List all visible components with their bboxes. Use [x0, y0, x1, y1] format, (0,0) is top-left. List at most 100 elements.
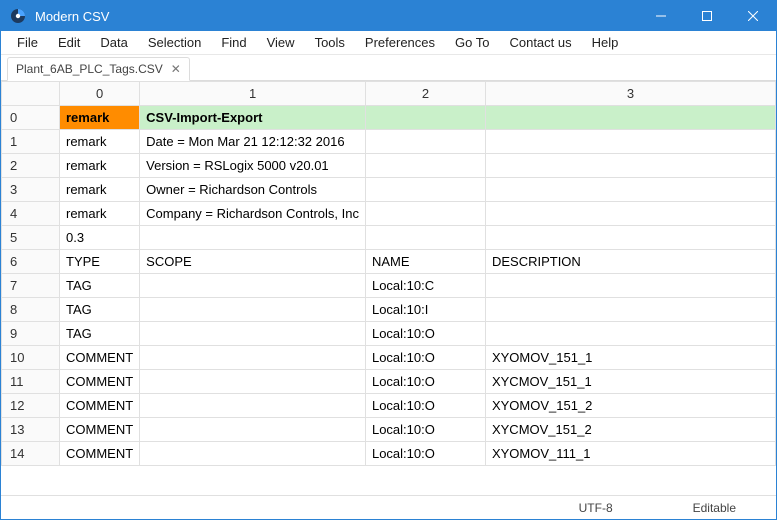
row-header[interactable]: 6 — [2, 250, 60, 274]
cell[interactable]: XYCMOV_151_1 — [485, 370, 775, 394]
cell[interactable]: NAME — [365, 250, 485, 274]
menu-help[interactable]: Help — [582, 33, 629, 52]
cell[interactable]: remark — [60, 106, 140, 130]
cell[interactable]: Date = Mon Mar 21 12:12:32 2016 — [140, 130, 366, 154]
menu-selection[interactable]: Selection — [138, 33, 211, 52]
cell[interactable]: COMMENT — [60, 370, 140, 394]
row-header[interactable]: 5 — [2, 226, 60, 250]
cell[interactable]: DESCRIPTION — [485, 250, 775, 274]
row-header[interactable]: 1 — [2, 130, 60, 154]
cell[interactable]: Local:10:C — [365, 274, 485, 298]
menu-contact[interactable]: Contact us — [499, 33, 581, 52]
cell[interactable]: Owner = Richardson Controls — [140, 178, 366, 202]
row-header[interactable]: 12 — [2, 394, 60, 418]
row-header[interactable]: 0 — [2, 106, 60, 130]
cell[interactable]: TYPE — [60, 250, 140, 274]
row-header[interactable]: 9 — [2, 322, 60, 346]
cell[interactable]: CSV-Import-Export — [140, 106, 366, 130]
menu-data[interactable]: Data — [90, 33, 137, 52]
row-header[interactable]: 8 — [2, 298, 60, 322]
row-header[interactable]: 7 — [2, 274, 60, 298]
cell[interactable] — [140, 394, 366, 418]
cell[interactable] — [140, 298, 366, 322]
status-encoding[interactable]: UTF-8 — [539, 501, 653, 515]
menu-find[interactable]: Find — [211, 33, 256, 52]
cell[interactable] — [140, 274, 366, 298]
cell[interactable]: XYCMOV_151_2 — [485, 418, 775, 442]
cell[interactable]: Local:10:O — [365, 418, 485, 442]
cell[interactable] — [485, 298, 775, 322]
cell[interactable]: remark — [60, 130, 140, 154]
cell[interactable]: SCOPE — [140, 250, 366, 274]
cell[interactable] — [365, 106, 485, 130]
cell[interactable]: Local:10:O — [365, 370, 485, 394]
cell[interactable] — [140, 226, 366, 250]
cell[interactable]: Local:10:O — [365, 346, 485, 370]
tab-close-icon[interactable]: ✕ — [171, 62, 181, 76]
col-header[interactable]: 3 — [485, 82, 775, 106]
cell[interactable]: remark — [60, 178, 140, 202]
cell[interactable]: Local:10:O — [365, 442, 485, 466]
status-mode[interactable]: Editable — [653, 501, 776, 515]
row-header[interactable]: 2 — [2, 154, 60, 178]
cell[interactable]: XYOMOV_111_1 — [485, 442, 775, 466]
grid-area[interactable]: 0 1 2 3 0remarkCSV-Import-Export1remarkD… — [1, 81, 776, 495]
cell[interactable]: COMMENT — [60, 442, 140, 466]
titlebar[interactable]: Modern CSV — [1, 1, 776, 31]
cell[interactable] — [365, 130, 485, 154]
maximize-button[interactable] — [684, 1, 730, 31]
cell[interactable] — [140, 442, 366, 466]
cell[interactable]: COMMENT — [60, 394, 140, 418]
row-header[interactable]: 4 — [2, 202, 60, 226]
cell[interactable]: Local:10:O — [365, 394, 485, 418]
row-header[interactable]: 10 — [2, 346, 60, 370]
menu-preferences[interactable]: Preferences — [355, 33, 445, 52]
cell[interactable]: Company = Richardson Controls, Inc — [140, 202, 366, 226]
cell[interactable]: remark — [60, 202, 140, 226]
cell[interactable] — [485, 154, 775, 178]
menu-edit[interactable]: Edit — [48, 33, 90, 52]
cell[interactable]: XYOMOV_151_2 — [485, 394, 775, 418]
menu-view[interactable]: View — [257, 33, 305, 52]
cell[interactable]: TAG — [60, 274, 140, 298]
cell[interactable]: XYOMOV_151_1 — [485, 346, 775, 370]
row-header[interactable]: 3 — [2, 178, 60, 202]
cell[interactable] — [365, 202, 485, 226]
cell[interactable] — [365, 154, 485, 178]
cell[interactable] — [485, 178, 775, 202]
cell[interactable] — [485, 226, 775, 250]
row-header[interactable]: 13 — [2, 418, 60, 442]
cell[interactable]: 0.3 — [60, 226, 140, 250]
col-header[interactable]: 2 — [365, 82, 485, 106]
cell[interactable]: COMMENT — [60, 346, 140, 370]
cell[interactable] — [485, 106, 775, 130]
menu-tools[interactable]: Tools — [305, 33, 355, 52]
row-header[interactable]: 14 — [2, 442, 60, 466]
menu-file[interactable]: File — [7, 33, 48, 52]
minimize-button[interactable] — [638, 1, 684, 31]
cell[interactable] — [365, 178, 485, 202]
cell[interactable] — [140, 346, 366, 370]
close-button[interactable] — [730, 1, 776, 31]
cell[interactable]: Local:10:O — [365, 322, 485, 346]
cell[interactable]: Local:10:I — [365, 298, 485, 322]
cell[interactable]: TAG — [60, 298, 140, 322]
cell[interactable]: remark — [60, 154, 140, 178]
cell[interactable]: COMMENT — [60, 418, 140, 442]
data-grid[interactable]: 0 1 2 3 0remarkCSV-Import-Export1remarkD… — [1, 81, 776, 466]
cell[interactable] — [485, 322, 775, 346]
cell[interactable] — [140, 322, 366, 346]
menu-goto[interactable]: Go To — [445, 33, 499, 52]
cell[interactable] — [485, 202, 775, 226]
cell[interactable] — [485, 130, 775, 154]
cell[interactable]: Version = RSLogix 5000 v20.01 — [140, 154, 366, 178]
row-header[interactable]: 11 — [2, 370, 60, 394]
cell[interactable] — [140, 418, 366, 442]
cell[interactable] — [140, 370, 366, 394]
cell[interactable] — [485, 274, 775, 298]
col-header[interactable]: 0 — [60, 82, 140, 106]
grid-corner[interactable] — [2, 82, 60, 106]
cell[interactable] — [365, 226, 485, 250]
file-tab[interactable]: Plant_6AB_PLC_Tags.CSV ✕ — [7, 57, 190, 81]
col-header[interactable]: 1 — [140, 82, 366, 106]
